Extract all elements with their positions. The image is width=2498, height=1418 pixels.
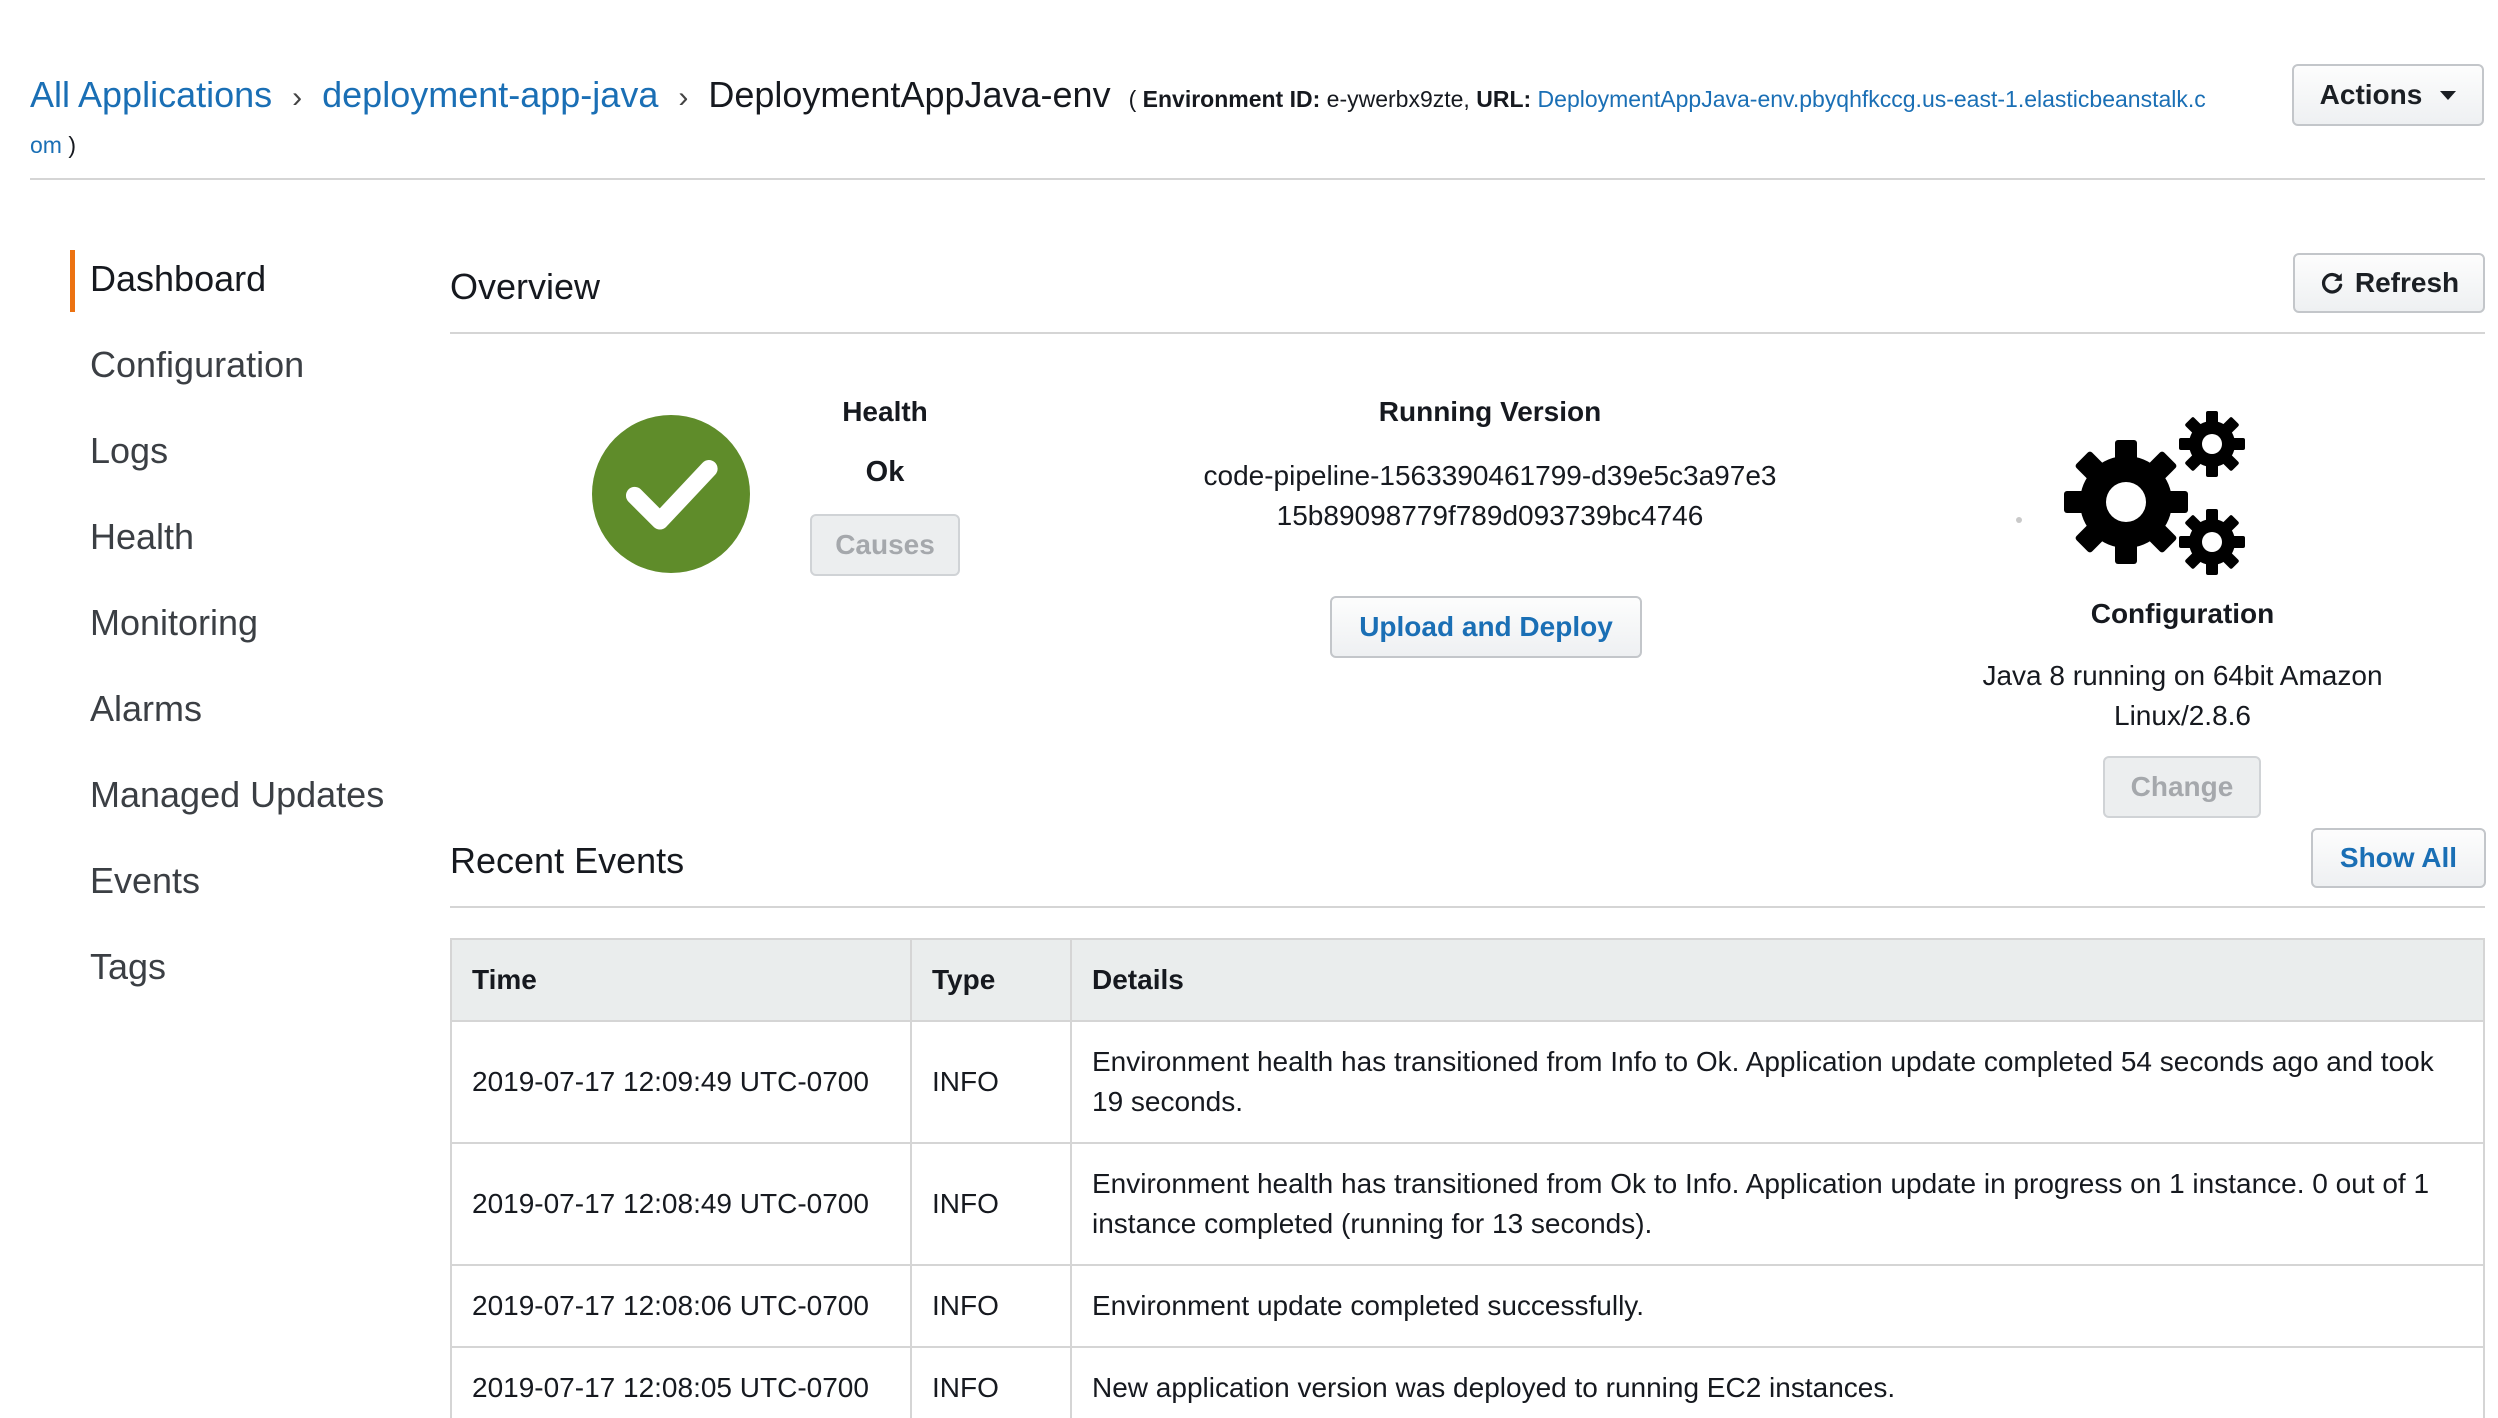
upload-and-deploy-button[interactable]: Upload and Deploy	[1330, 596, 1642, 658]
event-type: INFO	[910, 1142, 1072, 1266]
refresh-button[interactable]: Refresh	[2293, 253, 2485, 313]
sidebar-item-events[interactable]: Events	[70, 850, 410, 936]
gears-icon	[2064, 411, 2245, 575]
refresh-button-label: Refresh	[2354, 267, 2460, 298]
sidebar-item-tags[interactable]: Tags	[70, 936, 410, 1022]
overview-title: Overview	[450, 266, 601, 307]
sidebar-item-logs[interactable]: Logs	[70, 420, 410, 506]
event-details: Environment health has transitioned from…	[1070, 1142, 2485, 1266]
recent-events-title: Recent Events	[450, 840, 685, 881]
open-paren: (	[1128, 86, 1137, 112]
sidebar-item-alarms[interactable]: Alarms	[70, 678, 410, 764]
column-header-time: Time	[450, 938, 912, 1022]
sidebar-item-health[interactable]: Health	[70, 506, 410, 592]
event-time: 2019-07-17 12:08:06 UTC-0700	[450, 1264, 912, 1348]
running-version-value: code-pipeline-1563390461799-d39e5c3a97e3…	[1203, 460, 1777, 531]
configuration-title: Configuration	[2090, 598, 2275, 629]
environment-url-wrap: om )	[30, 132, 76, 159]
table-row: 2019-07-17 12:08:05 UTC-0700 INFO New ap…	[450, 1346, 2485, 1418]
chevron-right-icon: ›	[678, 81, 689, 114]
configuration-platform: Java 8 running on 64bit Amazon Linux/2.8…	[1982, 660, 2383, 731]
sidebar-item-managed-updates[interactable]: Managed Updates	[70, 764, 410, 850]
actions-button-label: Actions	[2319, 79, 2423, 110]
refresh-icon	[2321, 272, 2343, 294]
health-title: Health	[842, 396, 928, 427]
env-id-value: e-ywerbx9zte,	[1326, 86, 1470, 112]
change-button[interactable]: Change	[2103, 756, 2261, 818]
events-divider	[450, 906, 2485, 908]
chevron-right-icon: ›	[292, 81, 303, 114]
causes-button[interactable]: Causes	[810, 514, 960, 576]
events-table: Time Type Details 2019-07-17 12:09:49 UT…	[450, 938, 2485, 1418]
sidebar-item-monitoring[interactable]: Monitoring	[70, 592, 410, 678]
close-paren: )	[68, 132, 77, 158]
environment-info: ( Environment ID: e-ywerbx9zte, URL: Dep…	[1129, 86, 2206, 112]
sidebar-item-dashboard[interactable]: Dashboard	[70, 248, 410, 334]
event-details: New application version was deployed to …	[1070, 1346, 2485, 1418]
table-row: 2019-07-17 12:08:06 UTC-0700 INFO Enviro…	[450, 1264, 2485, 1348]
decorative-dot	[2016, 517, 2022, 523]
event-time: 2019-07-17 12:08:49 UTC-0700	[450, 1142, 912, 1266]
overview-divider	[450, 332, 2485, 334]
event-details: Environment health has transitioned from…	[1070, 1020, 2485, 1144]
sidebar-nav: Dashboard Configuration Logs Health Moni…	[70, 248, 410, 1022]
breadcrumb-application[interactable]: deployment-app-java	[322, 74, 658, 115]
caret-down-icon	[2440, 90, 2457, 100]
checkmark-circle-icon	[592, 415, 750, 573]
env-id-label: Environment ID:	[1142, 86, 1321, 112]
url-label: URL:	[1476, 86, 1532, 112]
table-header-row: Time Type Details	[450, 938, 2485, 1022]
column-header-details: Details	[1070, 938, 2485, 1022]
column-header-type: Type	[910, 938, 1072, 1022]
event-details: Environment update completed successfull…	[1070, 1264, 2485, 1348]
event-type: INFO	[910, 1020, 1072, 1144]
table-row: 2019-07-17 12:09:49 UTC-0700 INFO Enviro…	[450, 1020, 2485, 1144]
health-status: Ok	[865, 456, 905, 488]
breadcrumb-environment: DeploymentAppJava-env	[708, 74, 1111, 115]
environment-header: All Applications › deployment-app-java › Dep…	[30, 60, 2485, 180]
event-type: INFO	[910, 1264, 1072, 1348]
sidebar-item-configuration[interactable]: Configuration	[70, 334, 410, 420]
event-type: INFO	[910, 1346, 1072, 1418]
event-time: 2019-07-17 12:08:05 UTC-0700	[450, 1346, 912, 1418]
environment-url-link-end[interactable]: om	[30, 132, 62, 158]
environment-url-link[interactable]: DeploymentAppJava-env.pbyqhfkccg.us-east…	[1538, 86, 2206, 112]
breadcrumb-all-applications[interactable]: All Applications	[30, 74, 272, 115]
breadcrumb: All Applications › deployment-app-java › Dep…	[30, 70, 2206, 124]
show-all-button[interactable]: Show All	[2311, 828, 2486, 888]
running-version-title: Running Version	[1378, 396, 1602, 427]
table-row: 2019-07-17 12:08:49 UTC-0700 INFO Enviro…	[450, 1142, 2485, 1266]
event-time: 2019-07-17 12:09:49 UTC-0700	[450, 1020, 912, 1144]
actions-button[interactable]: Actions	[2292, 64, 2484, 126]
